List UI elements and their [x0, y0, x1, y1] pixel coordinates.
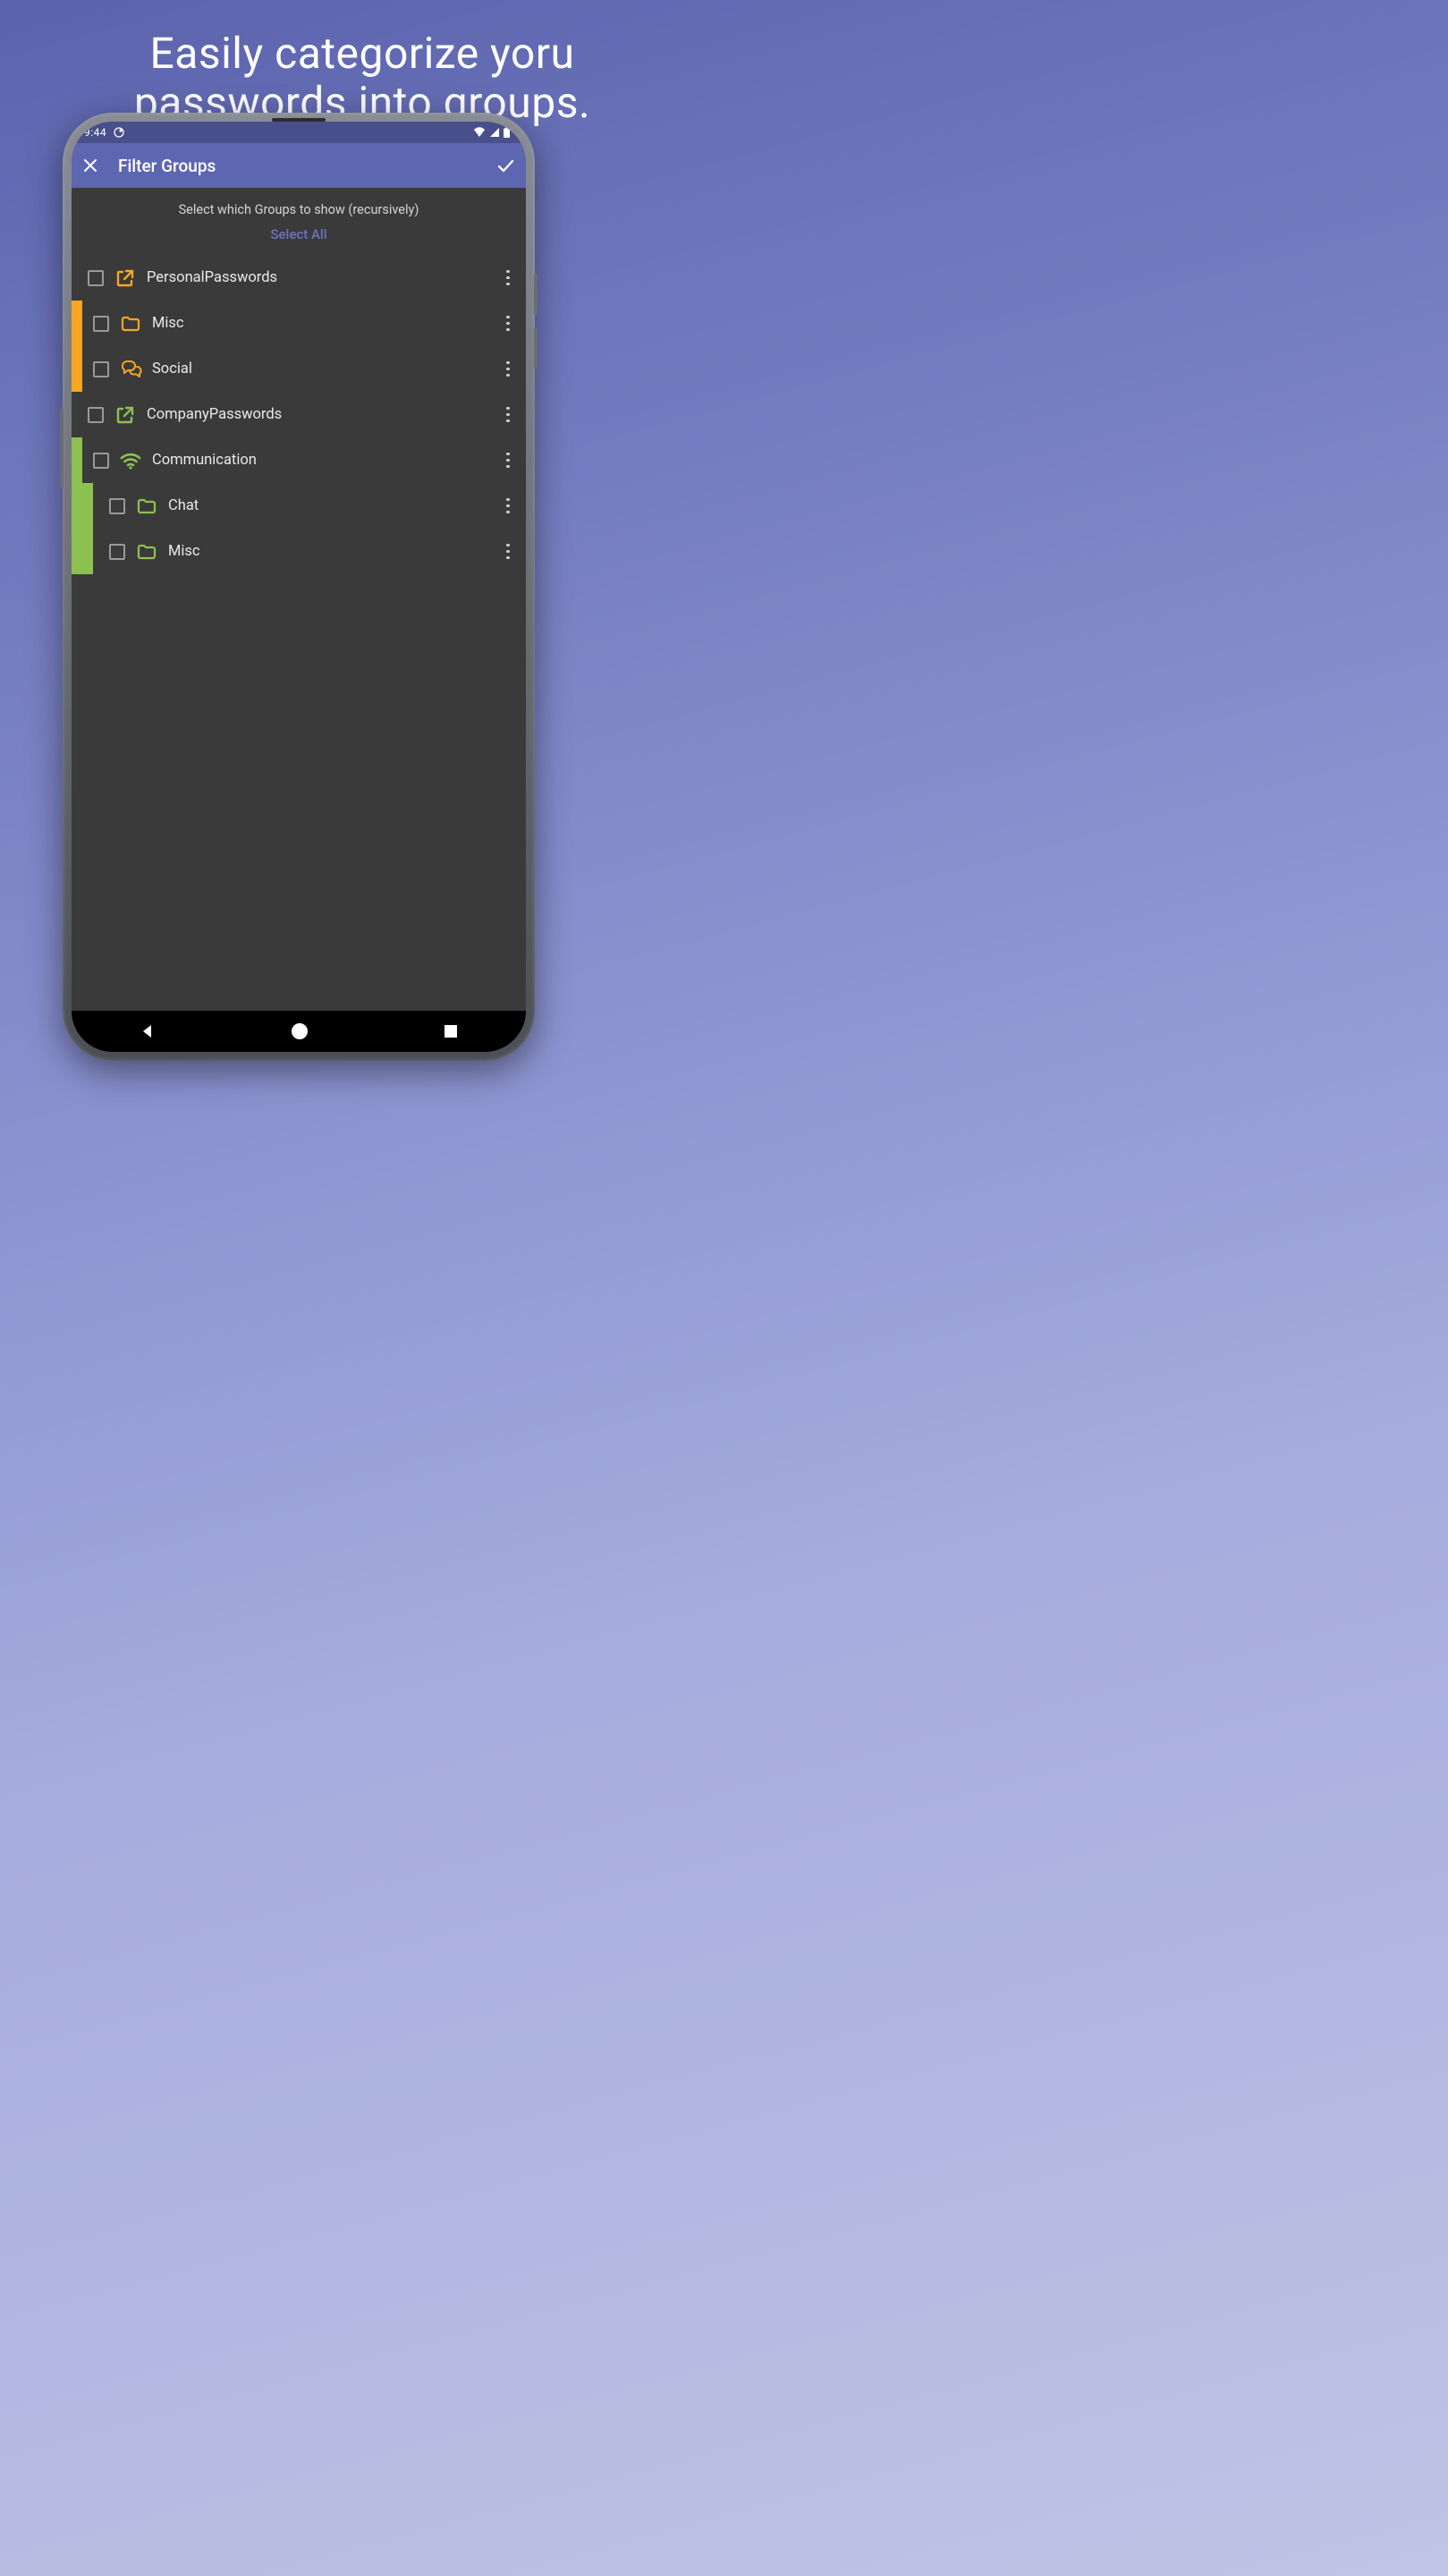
tree-gutter — [82, 483, 93, 529]
group-checkbox[interactable] — [93, 316, 109, 332]
chat-bubbles-icon — [118, 357, 143, 382]
battery-status-icon — [504, 127, 510, 138]
status-app-icon — [114, 127, 124, 138]
folder-icon — [134, 539, 159, 564]
group-checkbox[interactable] — [88, 270, 104, 286]
app-bar: Filter Groups — [72, 143, 526, 188]
marketing-line-1: Easily categorize yoru — [149, 28, 574, 79]
app-bar-title: Filter Groups — [118, 156, 216, 176]
tree-gutter — [72, 437, 82, 483]
group-label: Misc — [168, 543, 492, 560]
confirm-check-icon[interactable] — [495, 156, 515, 175]
wifi-icon — [118, 448, 143, 473]
phone-screen: 9:44 Filter Groups — [72, 122, 526, 1052]
group-checkbox[interactable] — [93, 361, 109, 377]
group-label: CompanyPasswords — [147, 406, 492, 423]
wifi-status-icon — [473, 127, 486, 138]
status-bar: 9:44 — [72, 122, 526, 143]
phone-volume-down-button — [534, 327, 538, 369]
folder-icon — [118, 311, 143, 336]
group-row[interactable]: CompanyPasswords — [72, 392, 526, 437]
nav-recents-button[interactable] — [444, 1024, 458, 1038]
more-options-icon[interactable] — [492, 262, 524, 294]
group-checkbox[interactable] — [88, 407, 104, 423]
phone-power-button — [60, 408, 64, 488]
group-label: Communication — [152, 452, 492, 469]
more-options-icon[interactable] — [492, 399, 524, 431]
group-checkbox[interactable] — [109, 544, 125, 560]
tree-gutter — [72, 529, 82, 574]
group-checkbox[interactable] — [109, 498, 125, 514]
external-open-icon — [113, 266, 138, 291]
group-row[interactable]: Misc — [72, 301, 526, 346]
tree-gutter — [72, 301, 82, 346]
more-options-icon[interactable] — [492, 308, 524, 340]
content-header: Select which Groups to show (recursively… — [72, 188, 526, 226]
tree-gutter — [72, 346, 82, 392]
nav-back-button[interactable] — [140, 1023, 156, 1039]
tree-gutter — [82, 529, 93, 574]
group-label: Chat — [168, 497, 492, 514]
group-row[interactable]: Chat — [72, 483, 526, 529]
group-checkbox[interactable] — [93, 453, 109, 469]
group-label: Misc — [152, 315, 492, 332]
external-open-icon — [113, 402, 138, 428]
select-all-button[interactable]: Select All — [72, 226, 526, 255]
close-icon[interactable] — [82, 157, 98, 174]
folder-icon — [134, 494, 159, 519]
group-row[interactable]: PersonalPasswords — [72, 255, 526, 301]
nav-home-button[interactable] — [292, 1023, 308, 1039]
group-row[interactable]: Misc — [72, 529, 526, 574]
phone-frame: 9:44 Filter Groups — [63, 113, 535, 1061]
tree-gutter — [72, 483, 82, 529]
group-row[interactable]: Communication — [72, 437, 526, 483]
signal-status-icon — [489, 127, 500, 138]
more-options-icon[interactable] — [492, 536, 524, 568]
content-area: Select which Groups to show (recursively… — [72, 188, 526, 1011]
more-options-icon[interactable] — [492, 490, 524, 522]
phone-volume-up-button — [534, 274, 538, 315]
group-row[interactable]: Social — [72, 346, 526, 392]
more-options-icon[interactable] — [492, 445, 524, 477]
status-clock: 9:44 — [84, 126, 106, 139]
group-label: Social — [152, 360, 492, 377]
android-nav-bar — [72, 1011, 526, 1052]
more-options-icon[interactable] — [492, 353, 524, 386]
group-label: PersonalPasswords — [147, 269, 492, 286]
group-list: PersonalPasswords Misc Social CompanyPasswo… — [72, 255, 526, 574]
